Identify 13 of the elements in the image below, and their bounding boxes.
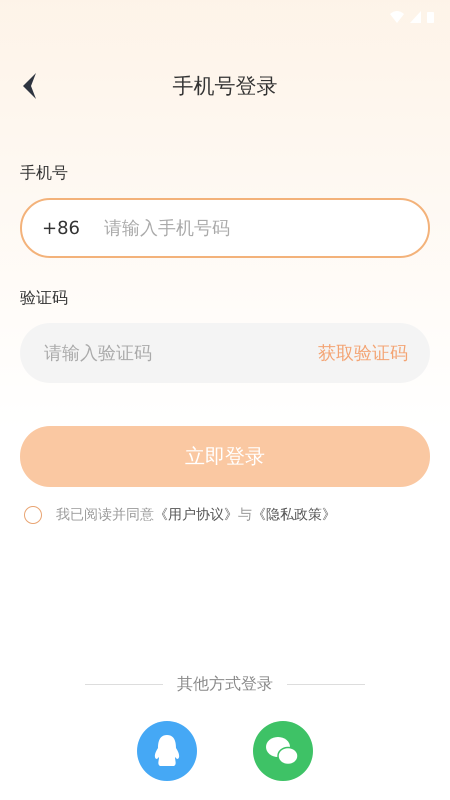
page-title: 手机号登录: [172, 73, 278, 100]
phone-field[interactable]: +86 请输入手机号码: [20, 198, 430, 258]
penguin-icon[interactable]: [137, 721, 197, 781]
agreement-link[interactable]: 《用户协议》: [154, 507, 238, 523]
agree-radio[interactable]: [24, 506, 42, 524]
field-label: 手机号: [20, 163, 68, 184]
field-label: 验证码: [20, 288, 68, 309]
agreement-link[interactable]: 《隐私政策》: [252, 507, 336, 523]
other-login-title: 其他方式登录: [177, 674, 273, 695]
chat-bubbles-icon[interactable]: [253, 721, 313, 781]
phone-input[interactable]: 请输入手机号码: [102, 216, 408, 240]
agreement-text: 我已阅读并同意《用户协议》与《隐私政策》: [56, 506, 336, 524]
code-input[interactable]: 请输入验证码: [42, 342, 318, 364]
